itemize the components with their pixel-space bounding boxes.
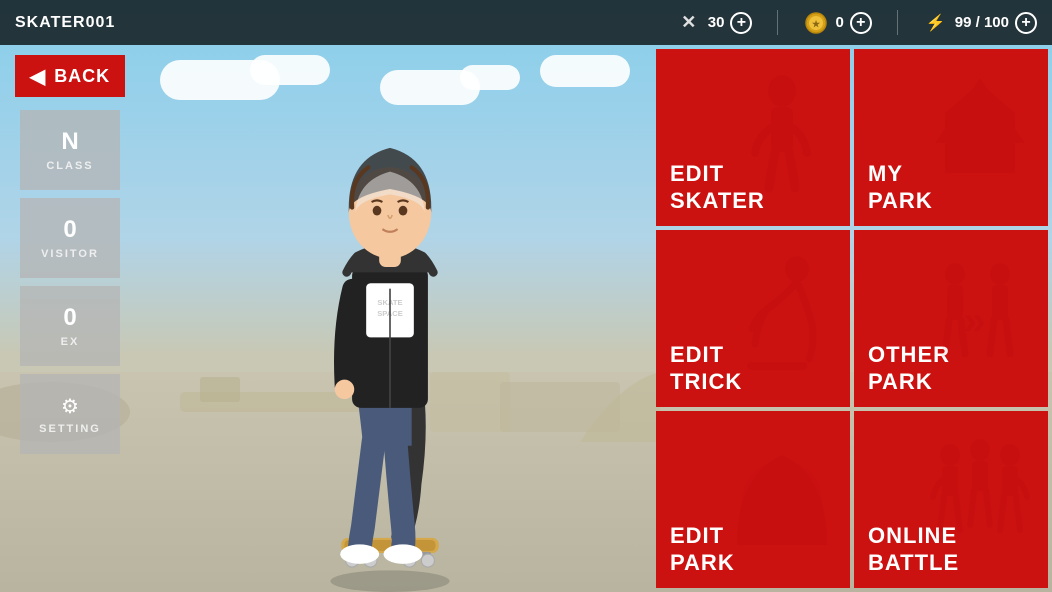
edit-park-line2: PARK (670, 550, 735, 576)
visitor-label: VISITOR (41, 248, 99, 260)
edit-skater-line1: EDIT (670, 161, 724, 187)
edit-skater-button[interactable]: EDIT SKATER (656, 49, 850, 226)
divider-2 (897, 10, 898, 35)
stats-panel: N CLASS 0 VISITOR 0 EX ⚙ SETTING (20, 110, 120, 454)
edit-trick-button[interactable]: EDIT TRICK (656, 230, 850, 407)
xp-icon: ✕ (676, 10, 702, 36)
coin-add-button[interactable]: + (850, 12, 872, 34)
setting-gear-icon: ⚙ (61, 394, 79, 419)
online-battle-line2: BATTLE (868, 550, 959, 576)
edit-park-button[interactable]: EDIT PARK (656, 411, 850, 588)
edit-trick-line1: EDIT (670, 342, 724, 368)
xp-value: 30 (708, 14, 725, 31)
edit-trick-line2: TRICK (670, 369, 742, 395)
energy-icon: ⚡ (923, 10, 949, 36)
svg-text:»: » (963, 299, 986, 343)
edit-park-line1: EDIT (670, 523, 724, 549)
xp-stat-group: ✕ 30 + (676, 10, 753, 36)
setting-label: SETTING (39, 423, 101, 435)
my-park-button[interactable]: MY PARK (854, 49, 1048, 226)
back-label: BACK (54, 66, 110, 87)
energy-stat-group: ⚡ 99 / 100 + (923, 10, 1037, 36)
coin-value: 0 (835, 14, 843, 31)
coin-stat-group: ★ 0 + (803, 10, 871, 36)
my-park-line1: MY (868, 161, 903, 187)
coin-icon: ★ (803, 10, 829, 36)
visitor-stat-box: 0 VISITOR (20, 198, 120, 278)
character-area: SKATE SPACE (140, 45, 640, 592)
back-arrow-icon: ◀ (30, 64, 46, 89)
class-stat-box: N CLASS (20, 110, 120, 190)
other-park-button[interactable]: » OTHER PARK (854, 230, 1048, 407)
energy-add-button[interactable]: + (1015, 12, 1037, 34)
character-svg: SKATE SPACE (240, 72, 540, 592)
svg-text:★: ★ (812, 19, 821, 29)
menu-grid: EDIT SKATER MY PARK (652, 45, 1052, 592)
ex-stat-box: 0 EX (20, 286, 120, 366)
back-button[interactable]: ◀ BACK (15, 55, 125, 97)
setting-stat-box[interactable]: ⚙ SETTING (20, 374, 120, 454)
header: SKATER001 ✕ 30 + ★ 0 + ⚡ 99 / 100 + (0, 0, 1052, 45)
ex-value: 0 (63, 304, 76, 332)
visitor-value: 0 (63, 216, 76, 244)
class-value: N (61, 128, 78, 156)
divider-1 (777, 10, 778, 35)
energy-value: 99 / 100 (955, 14, 1009, 31)
class-label: CLASS (46, 160, 93, 172)
online-battle-button[interactable]: ONLINE BATTLE (854, 411, 1048, 588)
my-park-line2: PARK (868, 188, 933, 214)
other-park-line1: OTHER (868, 342, 950, 368)
online-battle-line1: ONLINE (868, 523, 957, 549)
edit-skater-line2: SKATER (670, 188, 765, 214)
player-name: SKATER001 (15, 14, 115, 32)
other-park-line2: PARK (868, 369, 933, 395)
xp-add-button[interactable]: + (730, 12, 752, 34)
ex-label: EX (61, 336, 80, 348)
